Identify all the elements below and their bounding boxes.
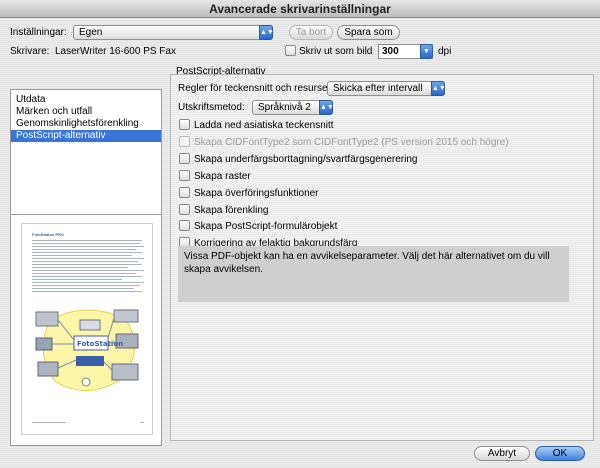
dialog-body: Inställningar: Egen ▲▼ Ta bort Spara som… <box>0 18 600 468</box>
dpi-combo[interactable]: 300 ▼ <box>378 44 433 59</box>
font-rules-popup[interactable]: Skicka efter intervall ▲▼ <box>327 81 446 96</box>
settings-label: Inställningar: <box>10 27 67 38</box>
print-as-image-checkbox[interactable] <box>285 45 296 56</box>
delete-button[interactable]: Ta bort <box>289 25 333 40</box>
settings-popup[interactable]: Egen ▲▼ <box>73 25 274 40</box>
checkbox-label: Skapa PostScript-formulärobjekt <box>194 221 338 232</box>
svg-text:FotoStation: FotoStation <box>77 340 123 348</box>
diagram-illustration: FotoStation <box>30 300 146 400</box>
print-as-image-label: Skriv ut som bild <box>299 46 373 57</box>
checkbox-download-asian-fonts[interactable] <box>179 119 190 130</box>
window-title: Avancerade skrivarinställningar <box>0 0 600 18</box>
printer-name: LaserWriter 16-600 PS Fax <box>55 46 176 57</box>
preview-page-title: FotoStation PRO <box>32 232 64 237</box>
sidebar-item-postscript-options[interactable]: PostScript-alternativ <box>11 130 161 142</box>
option-description: Vissa PDF-objekt kan ha en avvikelsepara… <box>178 246 569 302</box>
print-method-value: Språknivå 2 <box>258 102 311 113</box>
checkbox-flatness[interactable] <box>179 204 190 215</box>
sidebar-item-output[interactable]: Utdata <box>11 94 161 106</box>
checkbox-ucr-bg[interactable] <box>179 153 190 164</box>
font-rules-value: Skicka efter intervall <box>333 83 423 94</box>
checkbox-label: Skapa överföringsfunktioner <box>194 188 319 199</box>
cancel-button[interactable]: Avbryt <box>474 446 530 461</box>
dpi-unit: dpi <box>438 46 452 57</box>
checkbox-cidfonttype2[interactable] <box>179 136 190 147</box>
save-as-button[interactable]: Spara som <box>337 25 400 40</box>
checkbox-transfer-functions[interactable] <box>179 187 190 198</box>
checkbox-label: Skapa underfärgsborttagning/svartfärgsge… <box>194 154 418 165</box>
checkbox-label: Skapa förenkling <box>194 205 269 216</box>
ok-button[interactable]: OK <box>535 446 585 461</box>
checkbox-label: Skapa raster <box>194 171 251 182</box>
checkbox-halftones[interactable] <box>179 170 190 181</box>
updown-arrows-icon: ▲▼ <box>259 25 274 40</box>
print-method-popup[interactable]: Språknivå 2 ▲▼ <box>252 100 334 115</box>
category-list: Utdata Märken och utfall Genomskinlighet… <box>10 89 162 221</box>
page-thumbnail: FotoStation PRO FotoStation <box>21 223 153 435</box>
chevron-down-icon[interactable]: ▼ <box>420 44 433 59</box>
updown-arrows-icon: ▲▼ <box>431 81 446 96</box>
checkbox-label: Skapa CIDFontType2 som CIDFontType2 (PS … <box>194 137 509 148</box>
printer-label: Skrivare: <box>10 46 50 57</box>
checkbox-form-xobjects[interactable] <box>179 220 190 231</box>
print-method-label: Utskriftsmetod: <box>178 102 245 113</box>
sidebar-item-marks-bleed[interactable]: Märken och utfall <box>11 106 161 118</box>
font-rules-label: Regler för teckensnitt och resurser: <box>178 83 334 94</box>
settings-popup-value: Egen <box>79 27 103 38</box>
dpi-value: 300 <box>382 46 399 57</box>
checkbox-label: Ladda ned asiatiska teckensnitt <box>194 120 334 131</box>
sidebar-item-transparency-flattening[interactable]: Genomskinlighetsförenkling <box>11 118 161 130</box>
page-preview: FotoStation PRO FotoStation <box>10 214 162 446</box>
updown-arrows-icon: ▲▼ <box>319 100 334 115</box>
